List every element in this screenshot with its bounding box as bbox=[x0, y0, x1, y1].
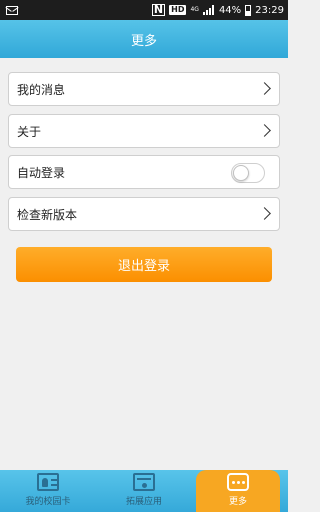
tab-label: 我的校园卡 bbox=[25, 497, 71, 507]
signal-icon bbox=[202, 5, 215, 15]
page-header: 更多 bbox=[0, 20, 288, 58]
nfc-icon: N bbox=[151, 3, 166, 16]
clock: 23:29 bbox=[255, 4, 284, 16]
bottom-tab-bar: 我的校园卡 拓展应用 更多 bbox=[0, 470, 288, 512]
auto-login-toggle[interactable] bbox=[231, 163, 265, 183]
menu-item-check-update[interactable]: 检查新版本 bbox=[8, 197, 280, 231]
logout-label: 退出登录 bbox=[117, 259, 170, 274]
status-bar: N HD 4G 44% 23:29 bbox=[0, 0, 288, 20]
network-label: 4G bbox=[190, 6, 199, 13]
menu-item-my-messages[interactable]: 我的消息 bbox=[8, 72, 280, 106]
menu-item-about[interactable]: 关于 bbox=[8, 114, 280, 148]
page-title: 更多 bbox=[130, 33, 157, 49]
tab-label: 更多 bbox=[228, 497, 247, 507]
box-icon bbox=[133, 473, 155, 491]
chevron-right-icon bbox=[258, 124, 271, 137]
menu-item-label: 自动登录 bbox=[17, 165, 66, 180]
menu-item-label: 我的消息 bbox=[17, 82, 66, 97]
mail-icon bbox=[6, 5, 18, 15]
tab-more[interactable]: 更多 bbox=[196, 470, 280, 512]
logout-button[interactable]: 退出登录 bbox=[16, 247, 272, 282]
tab-label: 拓展应用 bbox=[125, 497, 162, 507]
more-icon bbox=[227, 473, 249, 491]
menu-item-label: 检查新版本 bbox=[17, 207, 78, 222]
tab-extensions[interactable]: 拓展应用 bbox=[96, 470, 192, 512]
menu-item-label: 关于 bbox=[17, 124, 42, 139]
battery-icon bbox=[245, 4, 252, 16]
menu-item-auto-login: 自动登录 bbox=[8, 155, 280, 189]
hd-badge: HD bbox=[169, 5, 187, 15]
toggle-knob bbox=[233, 165, 249, 181]
chevron-right-icon bbox=[258, 82, 271, 95]
tab-campus-card[interactable]: 我的校园卡 bbox=[0, 470, 96, 512]
chevron-right-icon bbox=[258, 207, 271, 220]
battery-percent: 44% bbox=[218, 4, 242, 16]
card-icon bbox=[37, 473, 59, 491]
